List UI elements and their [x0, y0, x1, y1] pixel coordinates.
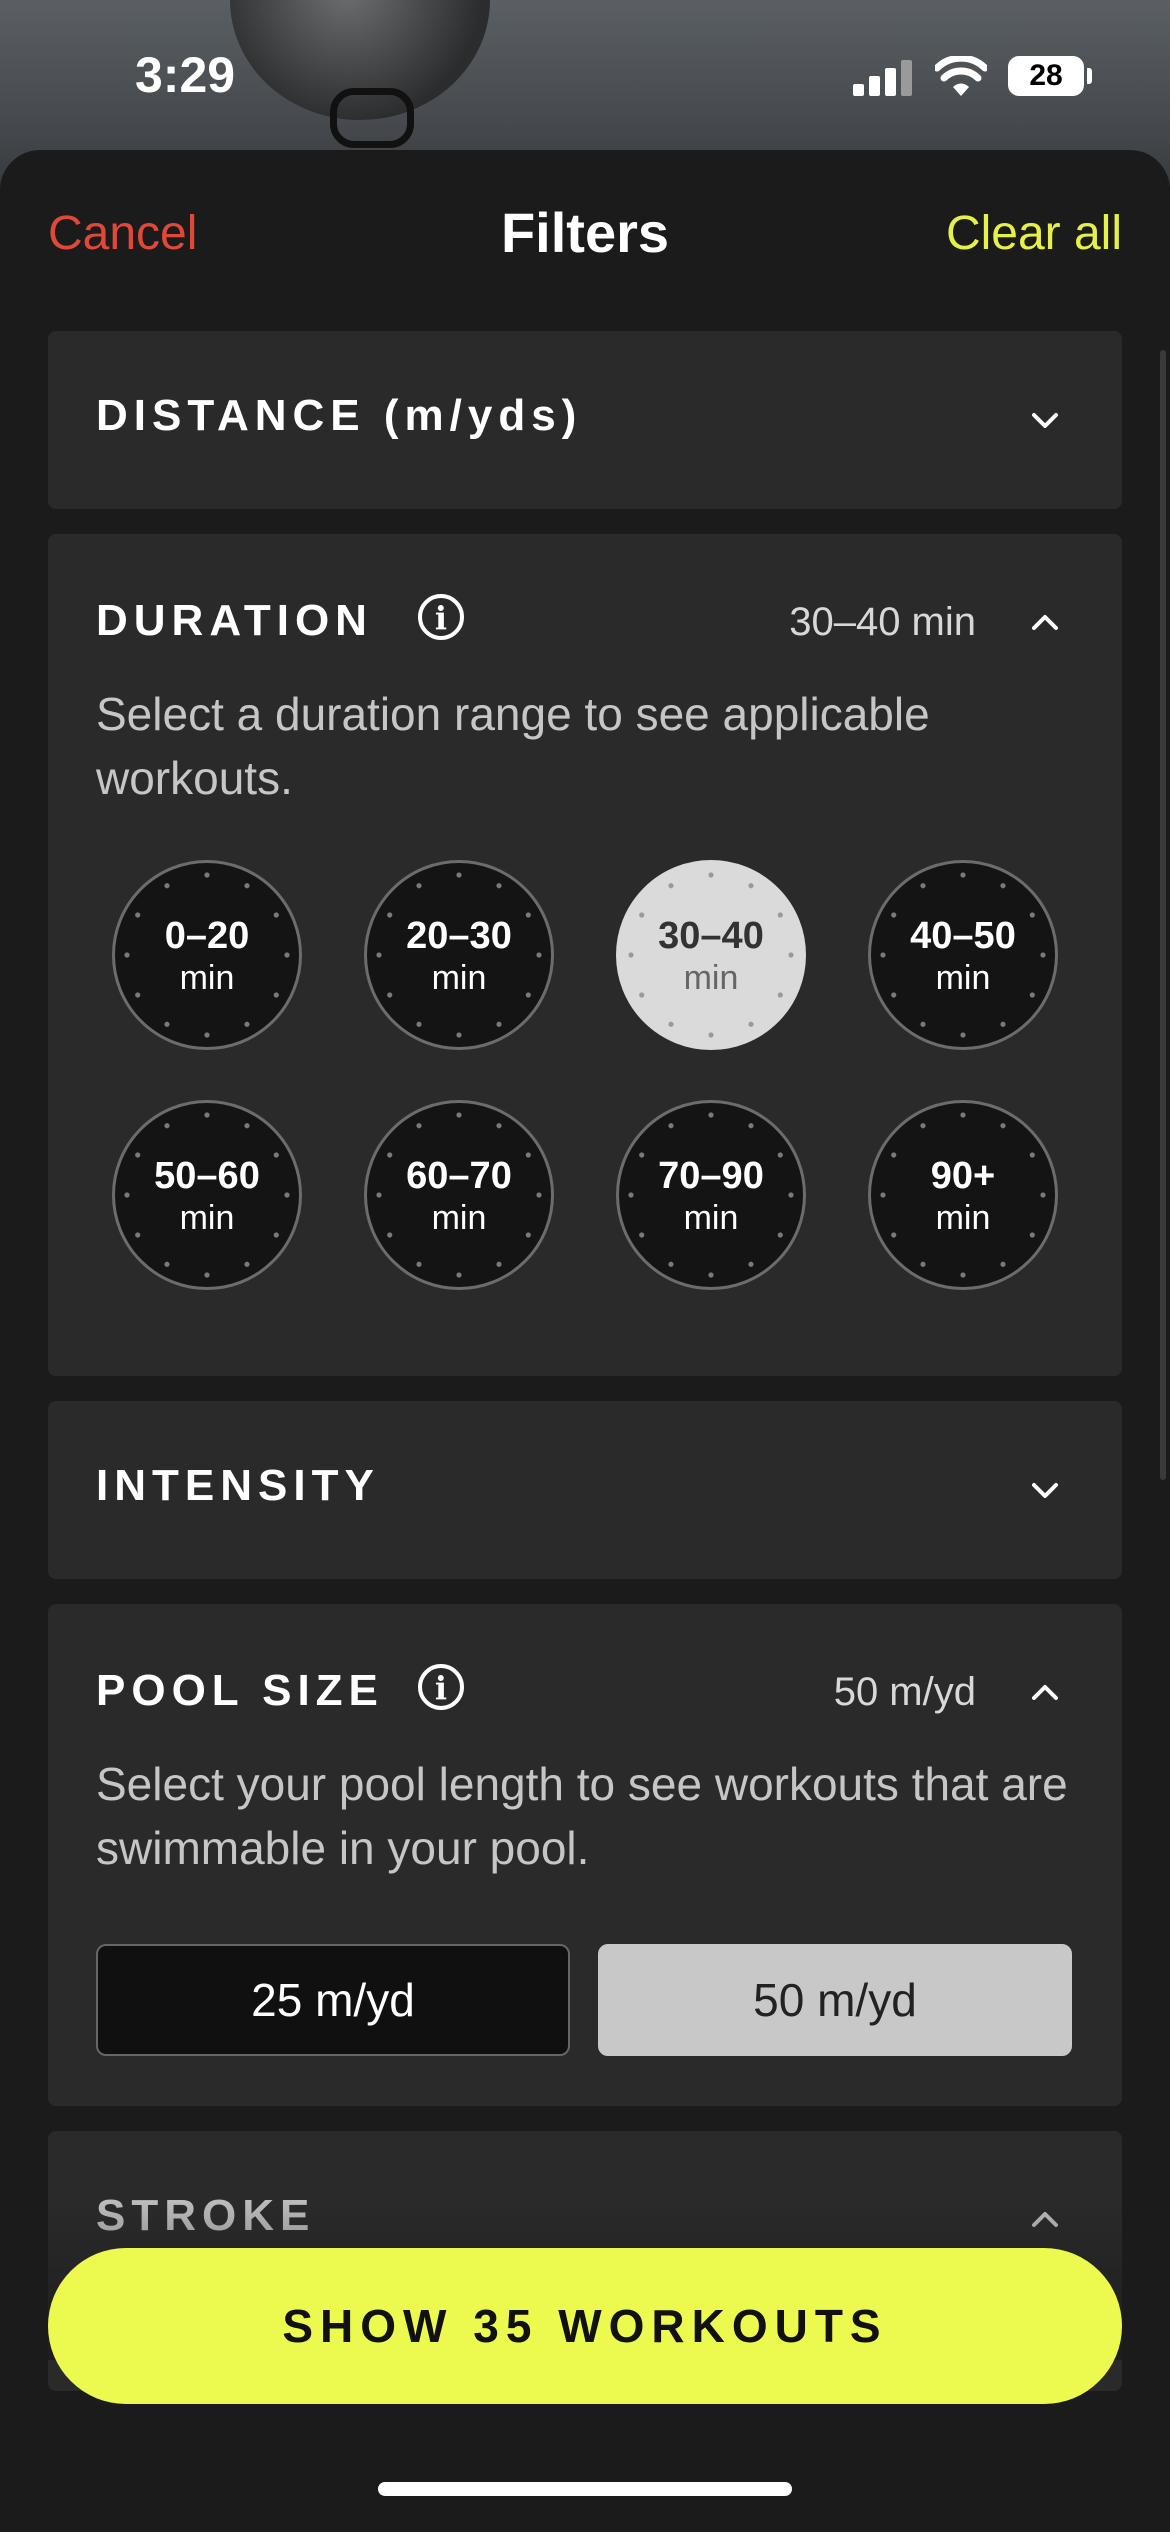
duration-option-unit: min — [935, 1199, 991, 1237]
duration-title: DURATION — [96, 596, 373, 645]
duration-option-unit: min — [179, 1199, 235, 1237]
chevron-down-icon[interactable] — [1028, 1473, 1062, 1507]
pool-option-25[interactable]: 25 m/yd — [96, 1944, 570, 2056]
wifi-icon — [935, 56, 987, 96]
duration-section: DURATION i 30–40 min Select a duration r… — [48, 534, 1122, 1376]
pool-size-section: POOL SIZE i 50 m/yd Select your pool len… — [48, 1604, 1122, 2106]
duration-option-unit: min — [431, 959, 487, 997]
duration-option-range: 40–50 — [910, 915, 1016, 957]
home-indicator — [378, 2482, 792, 2496]
pool-size-title: POOL SIZE — [96, 1666, 384, 1715]
duration-option-range: 30–40 — [658, 915, 764, 957]
duration-option[interactable]: 90+ min — [868, 1100, 1058, 1290]
filters-sheet: Cancel Filters Clear all DISTANCE (m/yds… — [0, 150, 1170, 2532]
duration-option[interactable]: 30–40 min — [616, 860, 806, 1050]
pool-size-selected-value: 50 m/yd — [833, 1670, 976, 1714]
chevron-down-icon[interactable] — [1028, 403, 1062, 437]
distance-title: DISTANCE (m/yds) — [96, 391, 583, 440]
duration-option-range: 60–70 — [406, 1155, 512, 1197]
duration-option[interactable]: 50–60 min — [112, 1100, 302, 1290]
info-icon[interactable]: i — [418, 1664, 464, 1710]
duration-option[interactable]: 0–20 min — [112, 860, 302, 1050]
duration-option[interactable]: 70–90 min — [616, 1100, 806, 1290]
duration-option-unit: min — [683, 959, 739, 997]
duration-option-unit: min — [179, 959, 235, 997]
cellular-signal-icon — [853, 60, 913, 96]
battery-icon: 28 — [1008, 56, 1084, 96]
duration-option-unit: min — [683, 1199, 739, 1237]
status-time: 3:29 — [135, 47, 236, 103]
pool-size-description: Select your pool length to see workouts … — [96, 1758, 1068, 1874]
duration-option[interactable]: 20–30 min — [364, 860, 554, 1050]
pool-option-50[interactable]: 50 m/yd — [598, 1944, 1072, 2056]
show-workouts-button[interactable]: SHOW 35 WORKOUTS — [48, 2248, 1122, 2404]
intensity-title: INTENSITY — [96, 1461, 380, 1510]
duration-option-range: 70–90 — [658, 1155, 764, 1197]
duration-option-range: 20–30 — [406, 915, 512, 957]
distance-section[interactable]: DISTANCE (m/yds) — [48, 331, 1122, 509]
duration-selected-value: 30–40 min — [789, 600, 976, 644]
chevron-up-icon[interactable] — [1028, 606, 1062, 640]
clear-all-button[interactable]: Clear all — [946, 206, 1122, 261]
duration-description: Select a duration range to see applicabl… — [96, 688, 930, 804]
duration-option-unit: min — [431, 1199, 487, 1237]
sheet-header: Cancel Filters Clear all — [0, 150, 1170, 320]
chevron-up-icon[interactable] — [1028, 1676, 1062, 1710]
battery-tip — [1087, 68, 1092, 84]
duration-option-range: 50–60 — [154, 1155, 260, 1197]
duration-option-range: 90+ — [930, 1155, 996, 1197]
info-icon[interactable]: i — [418, 594, 464, 640]
scrollbar[interactable] — [1160, 350, 1166, 1480]
duration-option-unit: min — [935, 959, 991, 997]
intensity-section[interactable]: INTENSITY — [48, 1401, 1122, 1579]
duration-option[interactable]: 40–50 min — [868, 860, 1058, 1050]
status-bar: 3:29 28 — [0, 0, 1170, 150]
duration-option[interactable]: 60–70 min — [364, 1100, 554, 1290]
duration-option-range: 0–20 — [164, 915, 250, 957]
